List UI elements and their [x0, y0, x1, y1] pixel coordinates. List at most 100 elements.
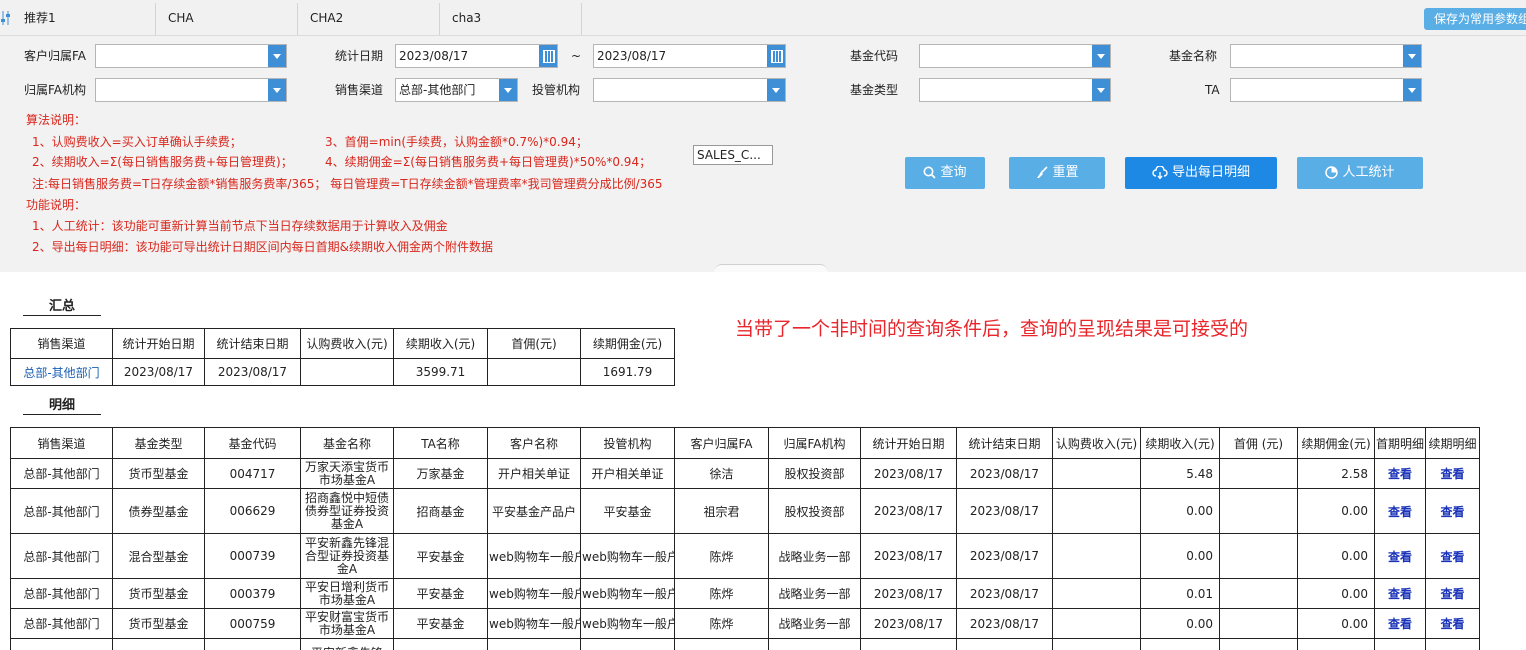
view-renewal-detail-link[interactable]: 查看: [1425, 533, 1480, 579]
manual-stat-button[interactable]: 人工统计: [1297, 157, 1423, 189]
chevron-down-icon[interactable]: [1403, 79, 1421, 101]
chevron-down-icon[interactable]: [767, 79, 785, 101]
search-icon: [923, 166, 937, 179]
table-cell: 0.00: [1140, 533, 1220, 579]
fund-type-select[interactable]: [919, 78, 1111, 102]
summary-header: 认购费收入(元): [300, 328, 394, 359]
view-first-detail-link[interactable]: 查看: [1374, 533, 1426, 579]
calendar-icon[interactable]: [539, 45, 557, 67]
table-cell: 平安新鑫先锋: [300, 638, 394, 650]
table-cell: [1425, 638, 1480, 650]
table-cell: [10, 638, 113, 650]
tab-cha3[interactable]: cha3: [440, 3, 582, 35]
filter-settings-icon[interactable]: [0, 10, 12, 26]
table-row: 总部-其他部门 债券型基金 006629 招商鑫悦中短债债券型证券投资基金A 招商基金平…: [10, 488, 1480, 534]
date-from-input[interactable]: 2023/08/17: [395, 44, 558, 68]
chevron-down-icon[interactable]: [268, 79, 286, 101]
fund-name-select[interactable]: [1230, 44, 1422, 68]
reset-label: 重置: [1052, 165, 1079, 180]
table-cell: web购物车一般户: [580, 608, 675, 639]
table-cell: [1052, 533, 1141, 579]
table-cell: 5.48: [1140, 458, 1220, 489]
summary-channel-link[interactable]: 总部-其他部门: [10, 358, 113, 386]
table-cell: [768, 638, 861, 650]
view-renewal-detail-link[interactable]: 查看: [1425, 458, 1480, 489]
fa-org-label: 归属FA机构: [24, 83, 87, 97]
view-first-detail-link[interactable]: 查看: [1374, 578, 1426, 609]
export-daily-button[interactable]: 导出每日明细: [1125, 157, 1277, 189]
view-renewal-detail-link[interactable]: 查看: [1425, 578, 1480, 609]
view-first-detail-link[interactable]: 查看: [1374, 608, 1426, 639]
sales-code-box[interactable]: SALES_C...: [693, 145, 773, 165]
annotation-note: 当带了一个非时间的查询条件后，查询的呈现结果是可接受的: [735, 318, 1249, 340]
table-cell: 万家天添宝货币市场基金A: [300, 458, 394, 489]
chevron-down-icon[interactable]: [1403, 45, 1421, 67]
query-button[interactable]: 查询: [905, 157, 985, 189]
fa-org-select[interactable]: [95, 78, 287, 102]
table-cell: 000759: [204, 608, 301, 639]
table-cell: [1052, 578, 1141, 609]
table-cell: 2023/08/17: [860, 458, 957, 489]
summary-header: 首佣(元): [487, 328, 581, 359]
collapse-panel-handle[interactable]: [714, 264, 828, 272]
table-cell: [956, 638, 1053, 650]
chevron-down-icon[interactable]: [1092, 45, 1110, 67]
summary-cell: 2023/08/17: [204, 358, 301, 386]
table-cell: 0.00: [1297, 533, 1375, 579]
table-cell: 招商鑫悦中短债债券型证券投资基金A: [300, 488, 394, 534]
custodian-select[interactable]: [593, 78, 786, 102]
detail-header: 销售渠道: [10, 427, 113, 459]
ta-select[interactable]: [1230, 78, 1422, 102]
save-params-button[interactable]: 保存为常用参数组: [1424, 8, 1526, 30]
detail-header: TA名称: [393, 427, 488, 459]
tab-cha2[interactable]: CHA2: [298, 3, 440, 35]
detail-header: 投管机构: [580, 427, 675, 459]
summary-header-row: 销售渠道 统计开始日期 统计结束日期 认购费收入(元) 续期收入(元) 首佣(元…: [10, 328, 675, 359]
channel-label: 销售渠道: [335, 83, 384, 97]
summary-header: 续期佣金(元): [580, 328, 675, 359]
table-cell: 平安财富宝货币市场基金A: [300, 608, 394, 639]
table-cell: 徐洁: [674, 458, 769, 489]
table-cell: [1219, 488, 1298, 534]
view-renewal-detail-link[interactable]: 查看: [1425, 608, 1480, 639]
table-cell: [1219, 458, 1298, 489]
table-cell: 总部-其他部门: [10, 458, 113, 489]
reset-button[interactable]: 重置: [1009, 157, 1105, 189]
table-cell: 006629: [204, 488, 301, 534]
detail-header: 首期明细: [1374, 427, 1426, 459]
view-renewal-detail-link[interactable]: 查看: [1425, 488, 1480, 534]
table-cell: 平安基金: [393, 608, 488, 639]
chevron-down-icon[interactable]: [268, 45, 286, 67]
channel-value: 总部-其他部门: [399, 83, 476, 97]
summary-header: 统计结束日期: [204, 328, 301, 359]
customer-fa-select[interactable]: [95, 44, 287, 68]
tab-preset-1[interactable]: 推荐1: [12, 3, 156, 35]
fund-code-select[interactable]: [919, 44, 1111, 68]
view-first-detail-link[interactable]: 查看: [1374, 488, 1426, 534]
channel-select[interactable]: 总部-其他部门: [395, 78, 518, 102]
chevron-down-icon[interactable]: [1092, 79, 1110, 101]
detail-table: 销售渠道 基金类型 基金代码 基金名称 TA名称 客户名称 投管机构 客户归属FA 归属FA机构…: [10, 427, 1480, 650]
table-cell: [1219, 533, 1298, 579]
date-to-input[interactable]: 2023/08/17: [593, 44, 786, 68]
summary-cell: [300, 358, 394, 386]
table-cell: 货币型基金: [112, 578, 205, 609]
chevron-down-icon[interactable]: [499, 79, 517, 101]
table-cell: 0.00: [1140, 608, 1220, 639]
detail-header: 归属FA机构: [768, 427, 861, 459]
calendar-icon[interactable]: [767, 45, 785, 67]
tab-cha[interactable]: CHA: [156, 3, 298, 35]
view-first-detail-link[interactable]: 查看: [1374, 458, 1426, 489]
custodian-label: 投管机构: [532, 83, 581, 97]
detail-header: 统计结束日期: [956, 427, 1053, 459]
detail-header: 续期收入(元): [1140, 427, 1220, 459]
date-from-value: 2023/08/17: [399, 49, 469, 63]
table-row: 总部-其他部门 混合型基金 000739 平安新鑫先锋混合型证券投资基金A 平安基金 we…: [10, 533, 1480, 579]
table-cell: 0.00: [1297, 578, 1375, 609]
pie-chart-icon: [1325, 166, 1339, 179]
summary-title: 汇总: [23, 299, 101, 316]
table-cell: [1297, 638, 1375, 650]
summary-header: 销售渠道: [10, 328, 113, 359]
manual-label: 人工统计: [1342, 165, 1395, 180]
export-label: 导出每日明细: [1171, 165, 1250, 180]
